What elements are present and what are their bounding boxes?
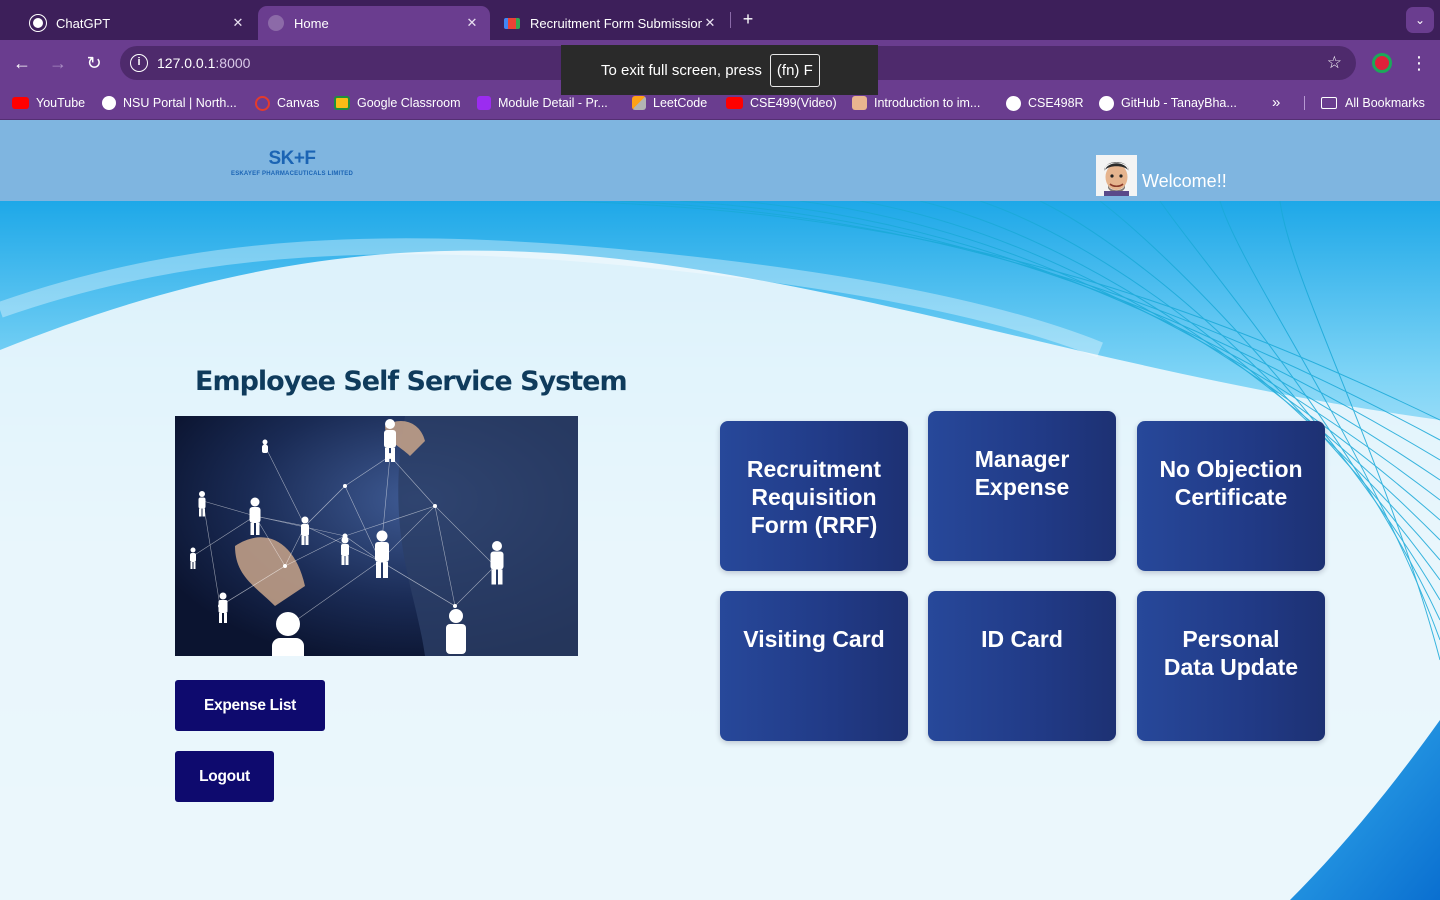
github-icon: [1099, 95, 1114, 111]
back-arrow-icon[interactable]: ←: [11, 52, 33, 74]
bookmark-label: Google Classroom: [357, 96, 461, 110]
tab-label: ChatGPT: [56, 15, 111, 31]
close-icon[interactable]: ✕: [702, 15, 718, 31]
bookmark-label: CSE498R: [1028, 96, 1084, 110]
card-label: ID Card: [981, 626, 1063, 652]
card-label: No Objection Certificate: [1159, 456, 1303, 510]
card-label: Personal Data Update: [1163, 626, 1299, 680]
bookmark-label: YouTube: [36, 96, 86, 110]
bookmark-label: GitHub - TanayBha...: [1121, 96, 1237, 110]
bookmarks-separator: [1304, 96, 1305, 110]
youtube-icon: [726, 97, 743, 109]
leetcode-icon: [632, 96, 646, 110]
bookmark-youtube[interactable]: YouTube: [12, 95, 85, 111]
welcome-text: Welcome!!: [1142, 171, 1227, 191]
url-port: :8000: [215, 55, 251, 71]
new-tab-plus-icon[interactable]: +: [738, 9, 758, 29]
bookmark-github-tanay[interactable]: GitHub - TanayBha...: [1099, 95, 1237, 111]
fullscreen-exit-toast: To exit full screen, press (fn) F: [561, 45, 878, 95]
bookmark-module-detail[interactable]: Module Detail - Pr...: [477, 95, 608, 111]
github-icon: [1006, 95, 1021, 111]
bookmarks-overflow-icon[interactable]: »: [1272, 94, 1280, 111]
folder-icon: [1321, 97, 1337, 109]
logo-company-name: ESKAYEF PHARMACEUTICALS LIMITED: [231, 171, 353, 177]
tab-chatgpt[interactable]: ChatGPT ✕: [20, 6, 256, 40]
tab-search-chevron-icon[interactable]: ⌄: [1406, 7, 1434, 33]
all-bookmarks[interactable]: All Bookmarks: [1321, 95, 1425, 111]
reload-icon[interactable]: ↻: [83, 52, 105, 74]
card-visiting-card[interactable]: Visiting Card: [720, 591, 908, 741]
avatar-icon: [852, 96, 867, 110]
toast-key: (fn) F: [769, 53, 820, 87]
logout-button[interactable]: Logout: [175, 751, 274, 802]
youtube-icon: [12, 97, 29, 109]
globe-icon: [102, 96, 116, 110]
url-text: 127.0.0.1:8000: [157, 55, 250, 71]
bookmark-star-icon[interactable]: ☆: [1327, 53, 1342, 73]
page-title: Employee Self Service System: [195, 366, 628, 397]
all-bookmarks-label: All Bookmarks: [1345, 96, 1425, 110]
bookmark-label: Introduction to im...: [874, 96, 981, 110]
card-manager-expense[interactable]: Manager Expense: [928, 411, 1116, 561]
user-avatar[interactable]: [1096, 155, 1137, 196]
bookmark-nsu-portal[interactable]: NSU Portal | North...: [102, 95, 237, 111]
bookmark-label: CSE499(Video): [750, 96, 837, 110]
url-host: 127.0.0.1: [157, 55, 216, 71]
close-icon[interactable]: ✕: [464, 15, 480, 31]
site-header: SK+F ESKAYEF PHARMACEUTICALS LIMITED Wel…: [0, 120, 1440, 201]
forward-arrow-icon[interactable]: →: [47, 52, 69, 74]
canvas-icon: [255, 95, 270, 111]
profile-avatar-icon[interactable]: [1372, 53, 1392, 73]
business-network-illustration: [175, 416, 578, 656]
logo-mark: SK+F: [268, 148, 316, 169]
more-menu-icon[interactable]: ⋮: [1410, 52, 1428, 74]
card-label: Manager Expense: [974, 446, 1070, 500]
bookmark-leetcode[interactable]: LeetCode: [632, 95, 707, 111]
bookmark-introduction[interactable]: Introduction to im...: [852, 95, 980, 111]
tab-recruitment-form[interactable]: Recruitment Form Submission ✕: [494, 6, 728, 40]
bookmark-google-classroom[interactable]: Google Classroom: [334, 95, 461, 111]
user-avatar-icon: [1096, 155, 1137, 196]
card-label: Recruitment Requisition Form (RRF): [746, 456, 882, 538]
chatgpt-icon: [30, 15, 46, 31]
module-icon: [477, 96, 491, 110]
gmail-icon: [504, 17, 520, 29]
card-id-card[interactable]: ID Card: [928, 591, 1116, 741]
tab-label: Recruitment Form Submission: [530, 15, 702, 31]
classroom-icon: [334, 96, 350, 110]
page-content: SK+F ESKAYEF PHARMACEUTICALS LIMITED Wel…: [0, 120, 1440, 900]
bookmark-cse499-video[interactable]: CSE499(Video): [726, 95, 837, 111]
card-personal-data-update[interactable]: Personal Data Update: [1137, 591, 1325, 741]
bookmark-label: Module Detail - Pr...: [498, 96, 608, 110]
globe-icon: [268, 15, 284, 31]
skf-logo[interactable]: SK+F ESKAYEF PHARMACEUTICALS LIMITED: [222, 148, 362, 177]
tab-label: Home: [294, 15, 329, 31]
site-info-icon[interactable]: i: [130, 54, 148, 72]
hero-image: [175, 416, 578, 656]
card-label: Visiting Card: [743, 626, 885, 652]
bookmark-label: Canvas: [277, 96, 320, 110]
expense-list-button[interactable]: Expense List: [175, 680, 325, 731]
card-no-objection-certificate[interactable]: No Objection Certificate: [1137, 421, 1325, 571]
close-icon[interactable]: ✕: [230, 15, 246, 31]
tab-home[interactable]: Home ✕: [258, 6, 490, 40]
browser-tab-strip: ChatGPT ✕ Home ✕ Recruitment Form Submis…: [0, 0, 1440, 40]
tab-separator: [730, 12, 731, 28]
bookmark-label: NSU Portal | North...: [123, 96, 237, 110]
toast-text: To exit full screen, press: [601, 61, 762, 79]
bookmark-canvas[interactable]: Canvas: [255, 95, 319, 111]
card-recruitment-requisition-form[interactable]: Recruitment Requisition Form (RRF): [720, 421, 908, 571]
bookmark-cse498r[interactable]: CSE498R: [1006, 95, 1084, 111]
bookmark-label: LeetCode: [653, 96, 708, 110]
